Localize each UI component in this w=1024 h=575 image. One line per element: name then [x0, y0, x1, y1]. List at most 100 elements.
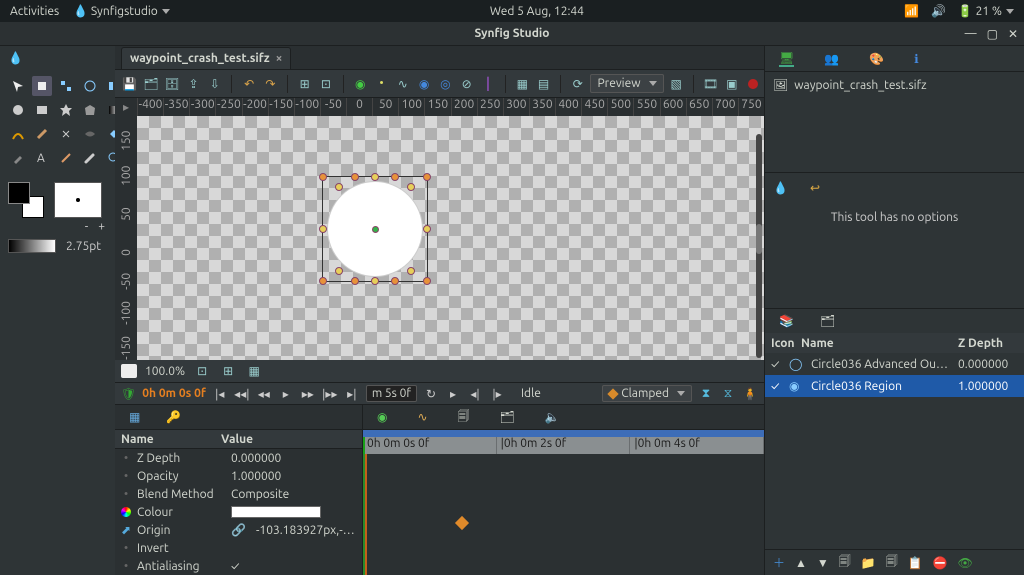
curves-tab-icon[interactable]: ∿	[417, 410, 427, 424]
redo-icon[interactable]: ↷	[262, 75, 279, 93]
seek-end-icon[interactable]: ▸|	[344, 386, 360, 402]
gradient-preview[interactable]	[8, 239, 56, 253]
param-row[interactable]: Colour	[115, 503, 362, 521]
save-icon[interactable]: 💾	[121, 75, 138, 93]
ruler-corner[interactable]: ▸	[115, 98, 137, 116]
delete-layer-icon[interactable]: ⛔	[933, 556, 948, 570]
seek-back-icon[interactable]: ◂◂	[256, 386, 272, 402]
star-tool[interactable]	[56, 100, 76, 120]
interpolation-select[interactable]: Clamped	[602, 385, 692, 402]
save-as-icon[interactable]: 🗂	[142, 75, 159, 93]
duplicate-layer-icon[interactable]: 🗐	[839, 552, 851, 573]
show-grid-icon[interactable]: ⊞	[296, 75, 313, 93]
color-selector[interactable]	[8, 182, 44, 218]
param-value[interactable]: Composite	[231, 488, 356, 501]
canvas-browser-item[interactable]: 🖼 waypoint_crash_test.sifz	[773, 78, 1016, 92]
onion-green-icon[interactable]: ◉	[352, 75, 369, 93]
snap-grid-icon[interactable]: ⊡	[317, 75, 334, 93]
info-tab-icon[interactable]: ℹ	[914, 52, 919, 66]
brush-decrease[interactable]: -	[85, 220, 88, 233]
param-row[interactable]: •Opacity1.000000	[115, 467, 362, 485]
width-tool[interactable]	[80, 124, 100, 144]
curve-icon[interactable]: ∿	[394, 75, 411, 93]
document-tab[interactable]: waypoint_crash_test.sifz ×	[121, 47, 291, 69]
sound-tab-icon[interactable]: 🔈	[545, 410, 560, 424]
sketch-tool[interactable]	[56, 148, 76, 168]
preview-icon[interactable]: ▣	[723, 75, 740, 93]
text-tool[interactable]: A	[32, 148, 52, 168]
loop-icon[interactable]: ↻	[423, 386, 439, 402]
seek-prev-key-icon[interactable]: ◂◂|	[234, 386, 250, 402]
paste-layer-icon[interactable]: 📋	[908, 556, 923, 570]
param-row[interactable]: ⬈Origin🔗-103.183927px,-15.800689px	[115, 521, 362, 539]
navigator-tab-icon[interactable]: 👥	[824, 52, 839, 66]
seek-start-icon[interactable]: |◂	[212, 386, 228, 402]
brush-preview[interactable]	[54, 182, 102, 218]
copy-layer-icon[interactable]: 🗐	[886, 552, 898, 573]
history-tab-icon[interactable]: 🗐	[458, 407, 470, 428]
zoom-level[interactable]: 100.0%	[145, 365, 185, 378]
keyframe-lock-prev-icon[interactable]: ◂|	[467, 386, 483, 402]
waypoint-key[interactable]	[455, 516, 469, 530]
brush-tool[interactable]	[80, 148, 100, 168]
param-value[interactable]: ✓	[231, 560, 356, 573]
layers-zdepth-header[interactable]: Z Depth	[958, 337, 1018, 350]
canvas-scrollbar[interactable]	[756, 134, 762, 358]
group-layer-icon[interactable]: 📁	[861, 556, 876, 570]
tool-options-reset-icon[interactable]: ↩	[810, 181, 820, 195]
activities-button[interactable]: Activities	[10, 5, 59, 18]
param-value[interactable]: 0.000000	[231, 452, 356, 465]
animate-toggle-icon[interactable]: 🧍	[742, 386, 758, 402]
canvas-viewport[interactable]	[137, 116, 764, 360]
transform-tool[interactable]	[8, 76, 28, 96]
param-row[interactable]: •Blend MethodComposite	[115, 485, 362, 503]
timetrack-tab-icon[interactable]: ◉	[377, 410, 387, 424]
export-icon[interactable]: ⇪	[185, 75, 202, 93]
import-icon[interactable]: ⇩	[206, 75, 223, 93]
toggle-background-icon[interactable]	[121, 364, 137, 378]
onion-skin-icon[interactable]: ◎	[437, 75, 454, 93]
timeline-ruler[interactable]: 0h 0m 0s 0f |0h 0m 2s 0f |0h 0m 4s 0f	[363, 437, 764, 454]
circle-tool[interactable]	[8, 100, 28, 120]
palette-tab-icon[interactable]: 🎨	[869, 52, 884, 66]
color-value-swatch[interactable]	[231, 506, 321, 518]
render-quality-select[interactable]: Preview	[590, 74, 663, 93]
app-menu[interactable]: 💧 Synfigstudio	[73, 4, 170, 18]
toggle-rulers-icon[interactable]: ▦	[245, 362, 263, 380]
tab-close-icon[interactable]: ×	[276, 52, 283, 65]
layers-icon-header[interactable]: Icon	[771, 337, 801, 350]
layers-tab-icon[interactable]: 📚	[779, 314, 794, 328]
layer-row[interactable]: ✓◯Circle036 Advanced Outline0.000000	[765, 353, 1024, 375]
lower-layer-icon[interactable]: ▼	[817, 556, 829, 570]
zoom-100-icon[interactable]: ⊞	[219, 362, 237, 380]
end-time-field[interactable]: m 5s 0f	[366, 385, 417, 402]
layers-name-header[interactable]: Name	[801, 337, 958, 350]
grid-icon[interactable]: ▦	[514, 75, 531, 93]
selection-bbox[interactable]	[322, 176, 428, 282]
raise-layer-icon[interactable]: ▲	[795, 556, 807, 570]
toggle-show-icon[interactable]: 👁	[958, 556, 973, 570]
smooth-move-tool[interactable]	[32, 76, 52, 96]
param-row[interactable]: •Invert	[115, 539, 362, 557]
record-indicator-icon[interactable]	[748, 79, 758, 89]
layer-visible-checkbox[interactable]: ✓	[771, 380, 783, 393]
param-row[interactable]: •Antialiasing✓	[115, 557, 362, 575]
params-name-header[interactable]: Name	[121, 433, 221, 446]
save-all-icon[interactable]: 🗄	[164, 75, 181, 93]
close-button[interactable]: ✕	[1008, 27, 1018, 41]
add-layer-icon[interactable]: ＋	[773, 554, 785, 571]
params-tab-icon[interactable]: ▦	[129, 410, 140, 424]
keyframe-past-icon[interactable]: ⧗	[698, 386, 714, 402]
battery-indicator[interactable]: 🔋 21 %	[958, 4, 1014, 18]
refresh-icon[interactable]: ⟳	[569, 75, 586, 93]
scale-tool[interactable]	[56, 76, 76, 96]
wifi-icon[interactable]: 📶	[904, 4, 919, 18]
layer-visible-checkbox[interactable]: ✓	[771, 358, 783, 371]
brush-increase[interactable]: +	[98, 220, 105, 233]
current-time[interactable]: 0h 0m 0s 0f	[142, 387, 206, 400]
background-icon[interactable]: ▧	[668, 75, 685, 93]
keyframe-lock-next-icon[interactable]: |▸	[489, 386, 505, 402]
param-value[interactable]: 1.000000	[231, 470, 356, 483]
zoom-fit-icon[interactable]: ⊡	[193, 362, 211, 380]
minimize-button[interactable]: —	[965, 27, 977, 41]
